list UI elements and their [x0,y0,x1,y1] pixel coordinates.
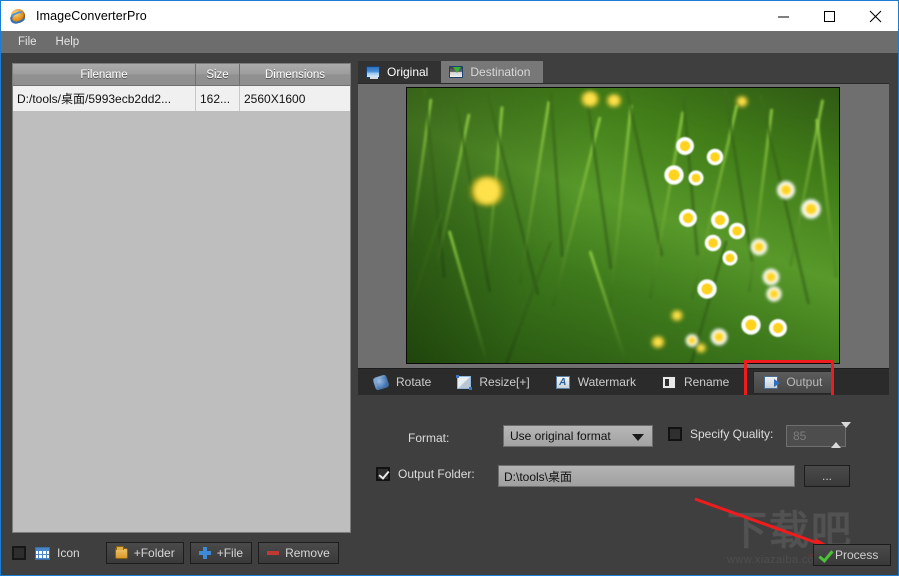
remove-button[interactable]: Remove [258,542,339,564]
add-folder-button[interactable]: +Folder [105,542,184,564]
quality-stepper[interactable]: 85 [786,422,851,448]
cell-dimensions: 2560X1600 [244,91,306,106]
title-bar-left: ImageConverterPro [1,8,760,26]
quality-stepper-wrap: 85 [786,422,851,448]
process-label: Process [835,548,879,562]
toolbar-item-rotate[interactable]: Rotate [364,371,441,394]
menu-bar: File Help [1,31,898,53]
toolbar-resize-label: Resize[+] [479,375,530,389]
tab-destination[interactable]: Destination [441,61,544,83]
column-header-size[interactable]: Size [196,64,240,85]
title-bar: ImageConverterPro [1,1,898,31]
green-check-icon [818,549,830,561]
specify-quality-row: Specify Quality: [668,427,773,441]
format-row: Format: [408,431,449,445]
format-label: Format: [408,431,450,445]
stepper-up-icon[interactable] [831,428,841,448]
toolbar-rename-label: Rename [683,375,730,389]
tab-original[interactable]: Original [358,61,442,83]
file-list-rows: D:/tools/桌面/5993ecb2dd2... 162... 2560X1… [13,86,350,532]
chevron-down-icon [632,434,644,441]
right-panel: Original Destination Rotate Resize[+] A … [358,61,889,567]
minus-icon [267,551,280,555]
output-folder-value: D:\tools\桌面 [504,469,573,484]
plus-icon [198,547,211,559]
cell-size: 162... [196,86,240,111]
minimize-button[interactable] [760,1,806,31]
stepper-down-icon[interactable] [841,422,851,442]
column-header-dimensions[interactable]: Dimensions [240,64,350,85]
rename-icon [661,375,676,389]
resize-icon [456,374,473,390]
format-select-value: Use original format [510,429,611,443]
quality-value: 85 [793,429,807,443]
app-window: ImageConverterPro File Help Filename Siz… [0,0,899,576]
format-select[interactable]: Use original format [503,425,653,447]
toolbar-item-resize[interactable]: Resize[+] [447,371,539,394]
toolbar-watermark-label: Watermark [577,375,636,389]
specify-quality-label: Specify Quality: [690,427,774,441]
window-title: ImageConverterPro [36,9,147,23]
toolbar-item-watermark[interactable]: A Watermark [546,371,646,394]
menu-item-help[interactable]: Help [47,34,89,50]
monitor-icon [366,66,380,79]
toolbar-item-rename[interactable]: Rename [652,371,739,394]
app-globe-icon [8,8,28,26]
file-actions-bar: Icon +Folder +File Remove [12,539,351,567]
preview-image [406,87,840,364]
menu-item-file[interactable]: File [9,34,46,50]
tab-original-label: Original [387,65,429,79]
output-folder-checkbox[interactable] [376,467,390,481]
table-row[interactable]: D:/tools/桌面/5993ecb2dd2... 162... 2560X1… [13,86,350,112]
browse-folder-button[interactable]: ... [804,465,850,487]
maximize-button[interactable] [806,1,852,31]
output-folder-label: Output Folder: [398,467,475,481]
tab-destination-label: Destination [470,65,531,79]
output-settings-panel: Format: Use original format Specify Qual… [358,395,889,565]
watermark-icon: A [555,375,570,389]
output-folder-row: Output Folder: [376,467,475,481]
output-folder-input-wrap: D:\tools\桌面 ... [498,465,850,487]
rotate-icon [372,373,390,391]
remove-label: Remove [285,546,330,560]
output-highlight-annotation [744,360,834,400]
photo-grass-daisies [407,88,839,363]
add-file-button[interactable]: +File [189,542,253,564]
cell-filename: D:/tools/桌面/5993ecb2dd2... [13,86,196,111]
icon-view-label: Icon [57,546,80,560]
column-header-filename[interactable]: Filename [13,64,196,85]
folder-icon [114,545,128,559]
add-file-label: +File [216,546,244,560]
file-list-header: Filename Size Dimensions [13,64,350,86]
grid-icon [35,546,50,560]
destination-icon [449,66,464,78]
process-button[interactable]: Process [813,544,891,566]
stepper-arrows[interactable] [831,422,851,448]
add-folder-label: +Folder [133,546,175,560]
output-folder-input[interactable]: D:\tools\桌面 [498,465,795,487]
file-list-panel: Filename Size Dimensions D:/tools/桌面/599… [12,63,351,533]
toolbar-rotate-label: Rotate [396,375,432,389]
close-button[interactable] [852,1,898,31]
format-select-wrap: Use original format [503,425,653,447]
icon-view-checkbox[interactable] [12,546,26,560]
preview-area [358,83,889,368]
preview-tabs: Original Destination [358,61,889,83]
edit-toolbar: Rotate Resize[+] A Watermark Rename Outp… [358,360,889,400]
specify-quality-checkbox[interactable] [668,427,682,441]
